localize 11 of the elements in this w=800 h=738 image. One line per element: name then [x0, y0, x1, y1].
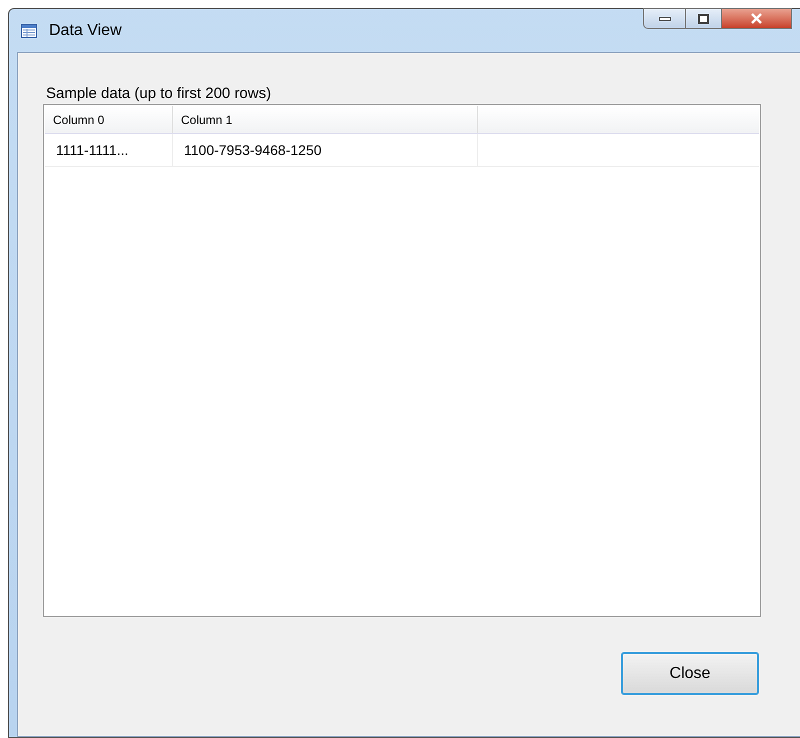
- table-icon: [21, 24, 37, 38]
- window-title: Data View: [49, 20, 122, 40]
- close-icon[interactable]: [722, 8, 792, 29]
- minimize-button[interactable]: [643, 8, 686, 29]
- caption-label: Sample data (up to first 200 rows): [46, 84, 272, 104]
- maximize-button[interactable]: [686, 8, 722, 29]
- table-cell: 1100-7953-9468-1250: [173, 134, 478, 166]
- column-header[interactable]: Column 1: [173, 106, 478, 133]
- table-cell: 1111-1111...: [45, 134, 173, 166]
- close-button[interactable]: Close: [621, 652, 759, 695]
- column-header[interactable]: Column 0: [45, 106, 173, 133]
